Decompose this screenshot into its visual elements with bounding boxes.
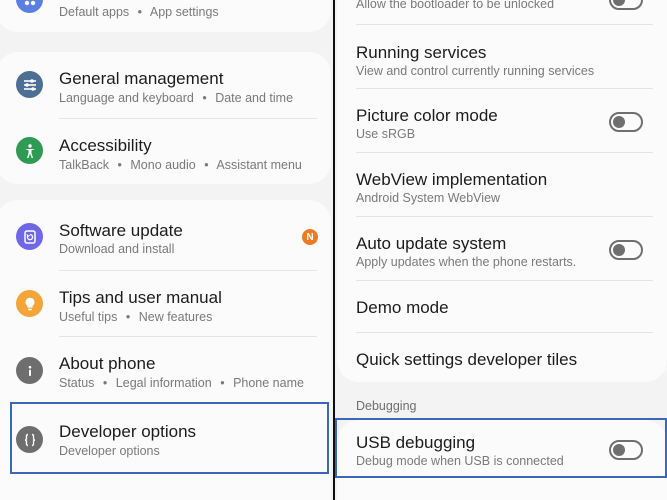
developer-options-highlight bbox=[10, 402, 329, 474]
quick-tiles-row[interactable]: Quick settings developer tiles bbox=[337, 332, 667, 382]
about-phone-sub-2: Legal information bbox=[115, 376, 212, 390]
tips-sub-1: Useful tips bbox=[59, 310, 118, 324]
lightbulb-icon bbox=[16, 290, 43, 317]
picture-color-mode-title: Picture color mode bbox=[356, 106, 498, 125]
accessibility-title: Accessibility bbox=[59, 136, 152, 155]
running-services-row[interactable]: Running services View and control curren… bbox=[337, 24, 667, 88]
accessibility-sub-1: TalkBack bbox=[59, 158, 110, 172]
dot: • bbox=[137, 5, 143, 19]
running-services-sub: View and control currently running servi… bbox=[356, 64, 595, 78]
section-header-debugging: Debugging bbox=[356, 399, 417, 413]
quick-tiles-title: Quick settings developer tiles bbox=[356, 350, 578, 369]
demo-mode-title: Demo mode bbox=[356, 298, 449, 317]
software-update-row[interactable]: Software update Download and install N bbox=[0, 200, 331, 268]
software-update-sub: Download and install bbox=[59, 242, 175, 256]
dot: • bbox=[220, 376, 225, 390]
about-phone-row[interactable]: About phone Status • Legal information •… bbox=[0, 336, 331, 402]
auto-update-row[interactable]: Auto update system Apply updates when th… bbox=[337, 216, 667, 280]
accessibility-sub-2: Mono audio bbox=[130, 158, 196, 172]
about-phone-sub-3: Phone name bbox=[233, 376, 304, 390]
software-update-title: Software update bbox=[59, 221, 183, 240]
settings-pane: Default apps • App settings General mana… bbox=[0, 0, 333, 500]
apps-sub-1: Default apps bbox=[59, 5, 130, 19]
dot: • bbox=[204, 158, 209, 172]
general-management-title: General management bbox=[59, 69, 224, 88]
webview-row[interactable]: WebView implementation Android System We… bbox=[337, 152, 667, 216]
picture-color-mode-sub: Use sRGB bbox=[356, 127, 416, 141]
toggle-knob bbox=[613, 116, 625, 128]
general-management-row[interactable]: General management Language and keyboard… bbox=[0, 52, 331, 118]
dot: • bbox=[202, 91, 207, 105]
auto-update-title: Auto update system bbox=[356, 234, 507, 253]
apps-row[interactable]: Default apps • App settings bbox=[0, 0, 331, 30]
software-update-icon bbox=[16, 223, 43, 250]
dot: • bbox=[102, 376, 108, 390]
demo-mode-row[interactable]: Demo mode bbox=[337, 280, 667, 332]
developer-options-pane: Allow the bootloader to be unlocked Runn… bbox=[335, 0, 667, 500]
oem-unlocking-toggle[interactable] bbox=[609, 0, 643, 10]
tips-row[interactable]: Tips and user manual Useful tips • New f… bbox=[0, 270, 331, 336]
dot: • bbox=[125, 310, 131, 324]
oem-unlocking-row[interactable]: Allow the bootloader to be unlocked bbox=[337, 0, 667, 24]
tips-sub-2: New features bbox=[138, 310, 213, 324]
auto-update-toggle[interactable] bbox=[609, 240, 643, 260]
about-phone-title: About phone bbox=[59, 354, 156, 373]
about-phone-sub-1: Status bbox=[59, 376, 95, 390]
picture-color-mode-toggle[interactable] bbox=[609, 112, 643, 132]
oem-unlocking-sub: Allow the bootloader to be unlocked bbox=[356, 0, 555, 11]
apps-card: Default apps • App settings bbox=[0, 0, 331, 32]
tips-title: Tips and user manual bbox=[59, 288, 222, 307]
toggle-knob bbox=[613, 0, 625, 6]
accessibility-sub-3: Assistant menu bbox=[216, 158, 302, 172]
general-management-sub-2: Date and time bbox=[215, 91, 294, 105]
webview-sub: Android System WebView bbox=[356, 191, 501, 205]
accessibility-row[interactable]: Accessibility TalkBack • Mono audio • As… bbox=[0, 118, 331, 184]
apps-sub-2: App settings bbox=[149, 5, 219, 19]
dot: • bbox=[117, 158, 122, 172]
auto-update-sub: Apply updates when the phone restarts. bbox=[356, 255, 577, 269]
general-card: General management Language and keyboard… bbox=[0, 52, 331, 184]
running-services-title: Running services bbox=[356, 43, 487, 62]
accessibility-icon bbox=[16, 137, 43, 164]
toggle-knob bbox=[613, 244, 625, 256]
sliders-icon bbox=[16, 71, 43, 98]
new-badge: N bbox=[302, 229, 318, 245]
general-management-sub-1: Language and keyboard bbox=[59, 91, 194, 105]
info-icon bbox=[16, 357, 43, 384]
usb-debugging-highlight bbox=[335, 418, 667, 478]
developer-options-card: Allow the bootloader to be unlocked Runn… bbox=[337, 0, 667, 382]
webview-title: WebView implementation bbox=[356, 170, 548, 189]
picture-color-mode-row[interactable]: Picture color mode Use sRGB bbox=[337, 88, 667, 152]
